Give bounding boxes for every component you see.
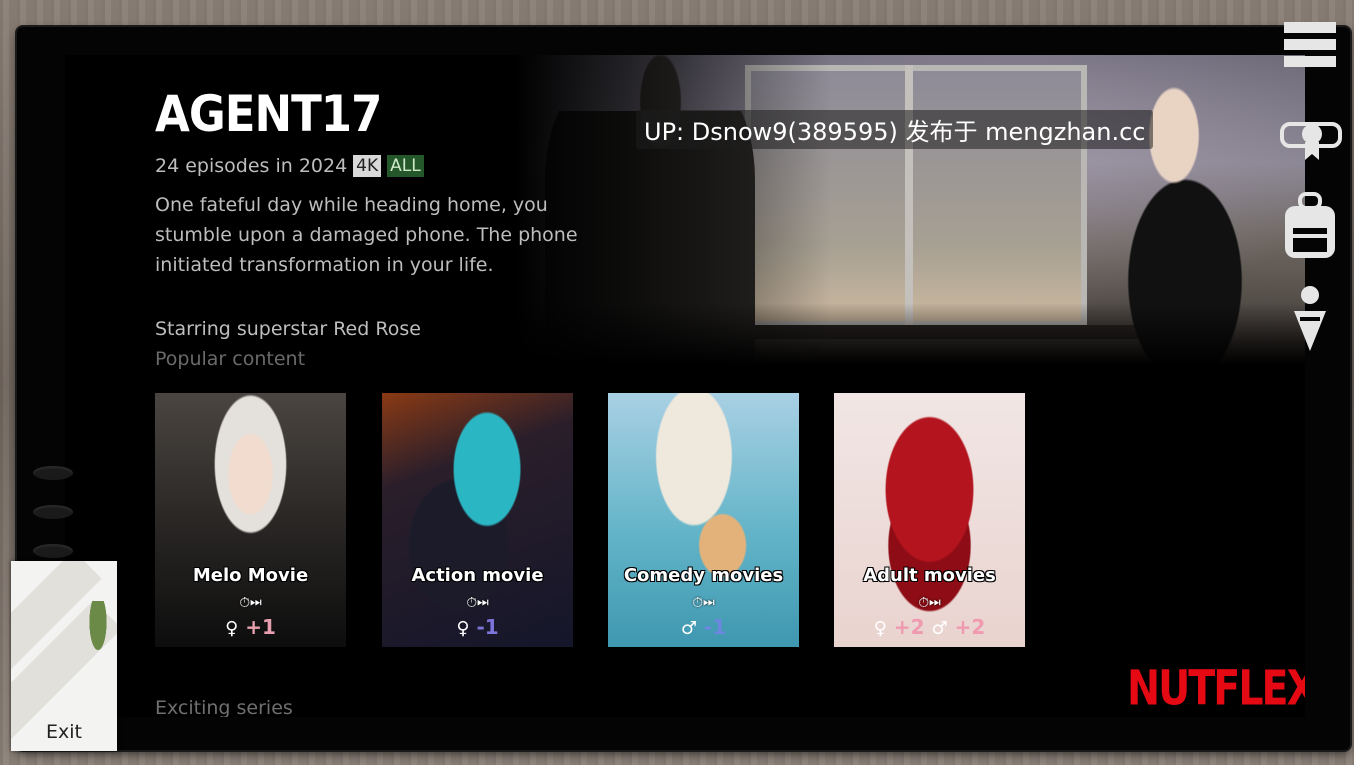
exit-button[interactable]: Exit [11,561,117,751]
male-icon: ♂ [680,618,697,639]
menu-icon-bar [1284,56,1336,67]
card-stat: ♀ +2 ♂ +2 [834,615,1025,639]
background-scene [515,55,1305,365]
card-stat-value: -1 [703,615,727,639]
scene-fade [515,55,1305,365]
card-stat-value: +2 [893,615,925,639]
card-title: Comedy movies [623,565,784,586]
tv-screen: AGENT17 24 episodes in 2024 4K ALL One f… [65,55,1305,717]
tv-side-button [33,505,73,519]
show-starring: Starring superstar Red Rose [155,318,421,340]
card-stat: ♂ -1 [608,615,799,639]
card-stat-value: +2 [954,615,986,639]
show-description: One fateful day while heading home, you … [155,194,578,276]
card-melo-movie[interactable]: Melo Movie ⏱⏭ ♀ +1 [155,393,346,647]
timer-skip-icon: ⏱⏭ [239,595,262,611]
card-title: Action movie [411,565,544,586]
male-icon: ♂ [931,618,948,639]
female-icon: ♀ [456,618,470,639]
female-icon: ♀ [873,618,887,639]
tv-side-button [33,466,73,480]
card-adult-movies[interactable]: Adult movies ⏱⏭ ♀ +2 ♂ +2 [834,393,1025,647]
popular-section-title: Popular content [155,348,306,370]
card-comedy-movies[interactable]: Comedy movies ⏱⏭ ♂ -1 [608,393,799,647]
female-icon: ♀ [225,618,239,639]
plant-icon [83,601,113,671]
certificate-icon[interactable] [1278,116,1346,162]
menu-icon-bar [1284,22,1336,33]
card-stat: ♀ +1 [155,615,346,639]
tv-side-button [33,544,73,558]
card-title: Adult movies [863,565,996,586]
card-title: Melo Movie [192,565,309,586]
timer-skip-icon: ⏱⏭ [692,595,715,611]
menu-icon-bar [1284,39,1336,50]
episode-info: 24 episodes in 2024 [155,155,348,177]
show-meta: 24 episodes in 2024 4K ALL [155,155,424,177]
exit-label: Exit [46,721,82,743]
rating-badge: ALL [387,155,424,177]
timer-skip-icon: ⏱⏭ [918,595,941,611]
exciting-section-title: Exciting series [155,697,293,717]
quality-badge: 4K [353,155,382,177]
card-action-movie[interactable]: Action movie ⏱⏭ ♀ -1 [382,393,573,647]
character-icon[interactable] [1292,285,1328,353]
watermark: UP: Dsnow9(389595) 发布于 mengzhan.cc [636,110,1154,149]
timer-skip-icon: ⏱⏭ [466,595,489,611]
show-title: AGENT17 [155,85,382,143]
card-stat-value: +1 [245,615,276,639]
card-stat: ♀ -1 [382,615,573,639]
backpack-icon[interactable] [1281,192,1339,260]
card-stat-value: -1 [476,615,499,639]
menu-icon[interactable] [1284,22,1336,74]
brand-logo: NUTFLEX [1127,660,1305,717]
